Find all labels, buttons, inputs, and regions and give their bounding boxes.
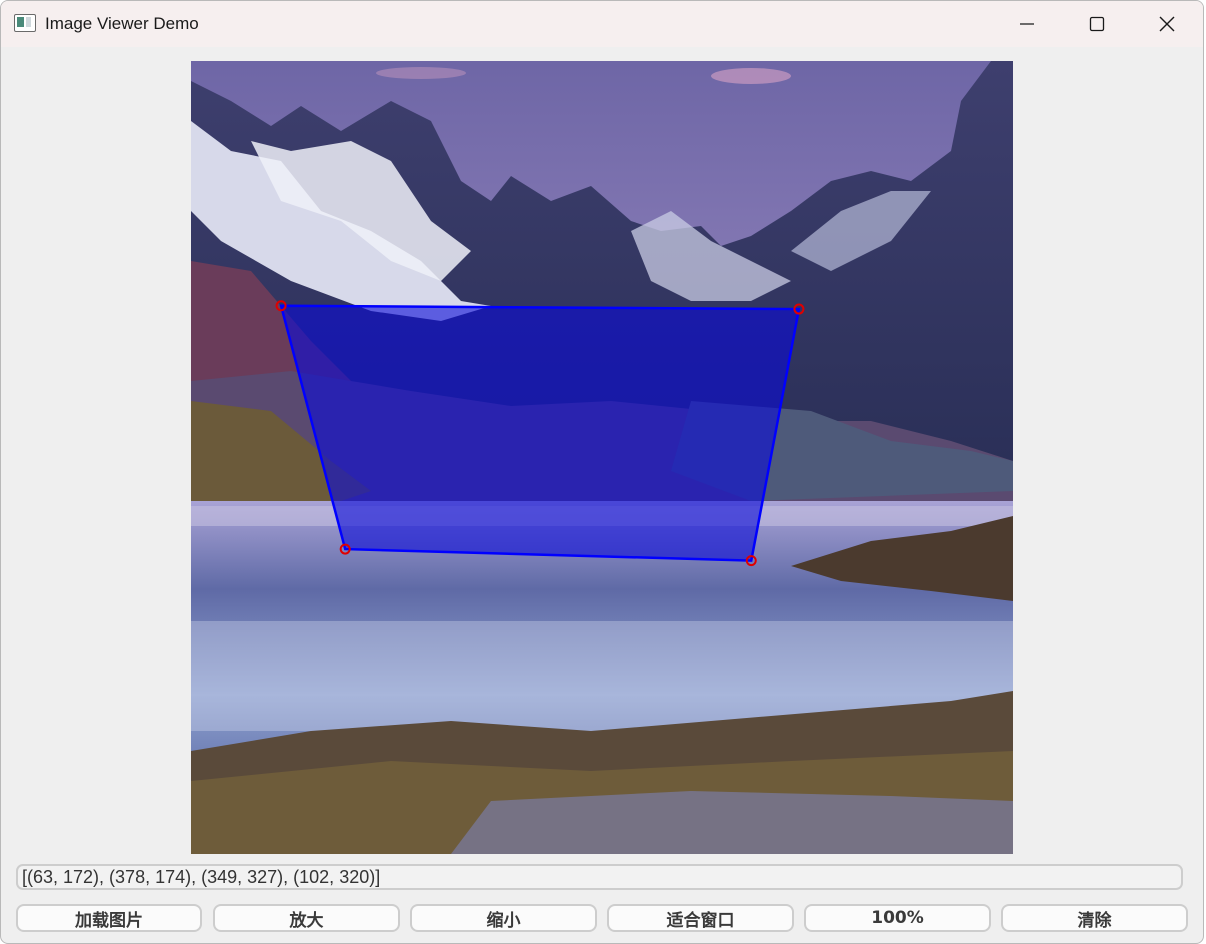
zoom-in-button[interactable]: 放大 [213, 904, 400, 932]
fit-window-button[interactable]: 适合窗口 [607, 904, 794, 932]
minimize-button[interactable] [992, 1, 1062, 47]
app-window: Image Viewer Demo [(63, 172), (378, 174)… [0, 0, 1204, 944]
title-bar[interactable]: Image Viewer Demo [1, 1, 1203, 47]
coordinates-field[interactable]: [(63, 172), (378, 174), (349, 327), (102… [16, 864, 1183, 890]
selection-polygon[interactable] [275, 300, 805, 567]
image-canvas[interactable] [191, 61, 1013, 854]
maximize-icon [1089, 16, 1105, 32]
close-icon [1159, 16, 1175, 32]
zoom-out-button[interactable]: 缩小 [410, 904, 597, 932]
actual-size-button[interactable]: 100% [804, 904, 991, 932]
app-window-icon [14, 14, 36, 32]
clear-button[interactable]: 清除 [1001, 904, 1188, 932]
load-image-button[interactable]: 加载图片 [16, 904, 202, 932]
close-button[interactable] [1132, 1, 1202, 47]
toolbar: 加载图片 放大 缩小 适合窗口 100% 清除 [1, 904, 1203, 934]
minimize-icon [1020, 23, 1034, 25]
window-title: Image Viewer Demo [45, 14, 199, 33]
maximize-button[interactable] [1062, 1, 1132, 47]
